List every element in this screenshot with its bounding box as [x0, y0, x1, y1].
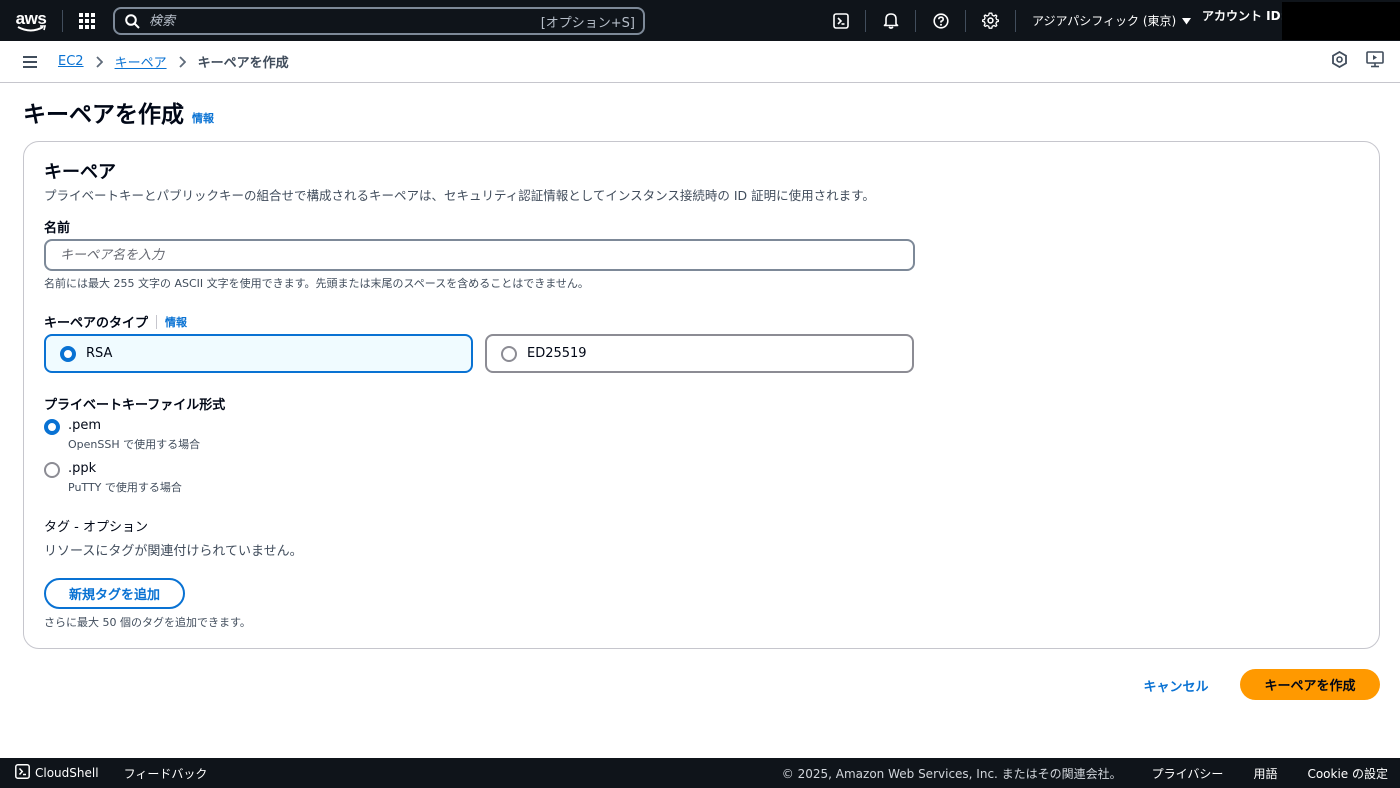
chevron-right-icon	[178, 55, 186, 68]
tags-empty-message: リソースにタグが関連付けられていません。	[44, 544, 303, 559]
aws-logo[interactable]: aws	[0, 0, 62, 41]
account-menu[interactable]: アカウント ID:	[1202, 7, 1285, 24]
breadcrumb-current: キーペアを作成	[197, 56, 289, 71]
format-option-ppk[interactable]: .ppk PuTTY で使用する場合	[44, 461, 182, 495]
type-option-rsa[interactable]: RSA	[44, 334, 473, 373]
page-info-link[interactable]: 情報	[192, 110, 214, 126]
hexagon-status-icon[interactable]	[1331, 50, 1348, 72]
gear-icon[interactable]	[966, 0, 1015, 41]
search-input[interactable]	[149, 13, 541, 29]
key-pair-type-header: キーペアのタイプ 情報	[44, 312, 187, 331]
radio-unselected-icon[interactable]	[44, 462, 60, 478]
add-tag-button[interactable]: 新規タグを追加	[44, 578, 185, 609]
radio-unselected-icon[interactable]	[501, 345, 517, 362]
screen-feedback-icon[interactable]	[1366, 51, 1384, 72]
global-search[interactable]: [オプション+S]	[113, 7, 645, 35]
search-icon	[115, 13, 149, 29]
type-option-ed25519[interactable]: ED25519	[485, 334, 914, 373]
top-navigation: aws [オプション+S]	[0, 0, 1400, 41]
name-label: 名前	[44, 221, 71, 236]
breadcrumb: EC2 キーペア キーペアを作成	[58, 52, 289, 71]
region-label: アジアパシフィック (東京)	[1032, 14, 1177, 28]
feedback-link[interactable]: フィードバック	[124, 765, 208, 782]
subnav-utilities	[1331, 41, 1384, 82]
breadcrumb-bar: EC2 キーペア キーペアを作成	[0, 41, 1400, 83]
container-description: プライベートキーとパブリックキーの組合せで構成されるキーペアは、セキュリティ認証…	[44, 188, 875, 203]
page-title: キーペアを作成	[23, 102, 184, 128]
radio-selected-icon[interactable]	[44, 419, 60, 435]
format-option-label: .pem	[68, 418, 102, 433]
cloudshell-label: CloudShell	[35, 766, 99, 780]
container-title: キーペア	[44, 162, 116, 183]
format-option-description: OpenSSH で使用する場合	[68, 438, 201, 451]
type-option-label: ED25519	[527, 346, 587, 361]
format-option-description: PuTTY で使用する場合	[68, 481, 182, 494]
tags-title: タグ - オプション	[44, 520, 148, 535]
cloudshell-icon	[15, 764, 30, 782]
bell-icon[interactable]	[866, 0, 915, 41]
tags-limit-hint: さらに最大 50 個のタグを追加できます。	[44, 616, 251, 629]
menu-icon[interactable]	[0, 55, 58, 68]
radio-selected-icon[interactable]	[60, 345, 76, 362]
breadcrumb-ec2[interactable]: EC2	[58, 54, 84, 69]
account-id-redaction	[1282, 2, 1400, 40]
page-header: キーペアを作成 情報	[23, 95, 214, 129]
footer: CloudShell フィードバック © 2025, Amazon Web Se…	[0, 758, 1400, 788]
search-shortcut: [オプション+S]	[540, 15, 635, 31]
key-pair-name-input[interactable]	[44, 239, 915, 271]
key-pair-type-info-link[interactable]: 情報	[165, 314, 187, 330]
cancel-button[interactable]: キャンセル	[1128, 670, 1224, 700]
footer-links: © 2025, Amazon Web Services, Inc. またはその関…	[782, 758, 1388, 788]
terms-link[interactable]: 用語	[1253, 765, 1277, 782]
create-key-pair-button[interactable]: キーペアを作成	[1240, 669, 1380, 700]
copyright-text: © 2025, Amazon Web Services, Inc. またはその関…	[781, 766, 1122, 781]
cloudshell-icon[interactable]	[816, 0, 865, 41]
caret-down-icon	[1182, 14, 1192, 28]
file-format-label: プライベートキーファイル形式	[44, 398, 226, 413]
name-hint: 名前には最大 255 文字の ASCII 文字を使用できます。先頭または末尾のス…	[44, 277, 589, 290]
divider	[156, 314, 158, 329]
nav-utilities: アジアパシフィック (東京)	[816, 0, 1192, 41]
key-pair-container: キーペア プライベートキーとパブリックキーの組合せで構成されるキーペアは、セキュ…	[23, 141, 1380, 649]
cookie-settings-link[interactable]: Cookie の設定	[1307, 765, 1388, 782]
aws-smile-icon	[17, 25, 47, 32]
privacy-link[interactable]: プライバシー	[1152, 765, 1224, 782]
breadcrumb-key-pairs[interactable]: キーペア	[115, 52, 167, 71]
region-selector[interactable]: アジアパシフィック (東京)	[1016, 0, 1192, 41]
type-option-label: RSA	[86, 346, 113, 361]
services-grid-icon[interactable]	[63, 0, 111, 41]
chevron-right-icon	[95, 55, 103, 68]
help-icon[interactable]	[916, 0, 965, 41]
format-option-label: .ppk	[68, 461, 97, 476]
cloudshell-link[interactable]: CloudShell	[0, 764, 99, 782]
format-option-pem[interactable]: .pem OpenSSH で使用する場合	[44, 418, 200, 452]
key-pair-type-label: キーペアのタイプ	[44, 316, 149, 331]
